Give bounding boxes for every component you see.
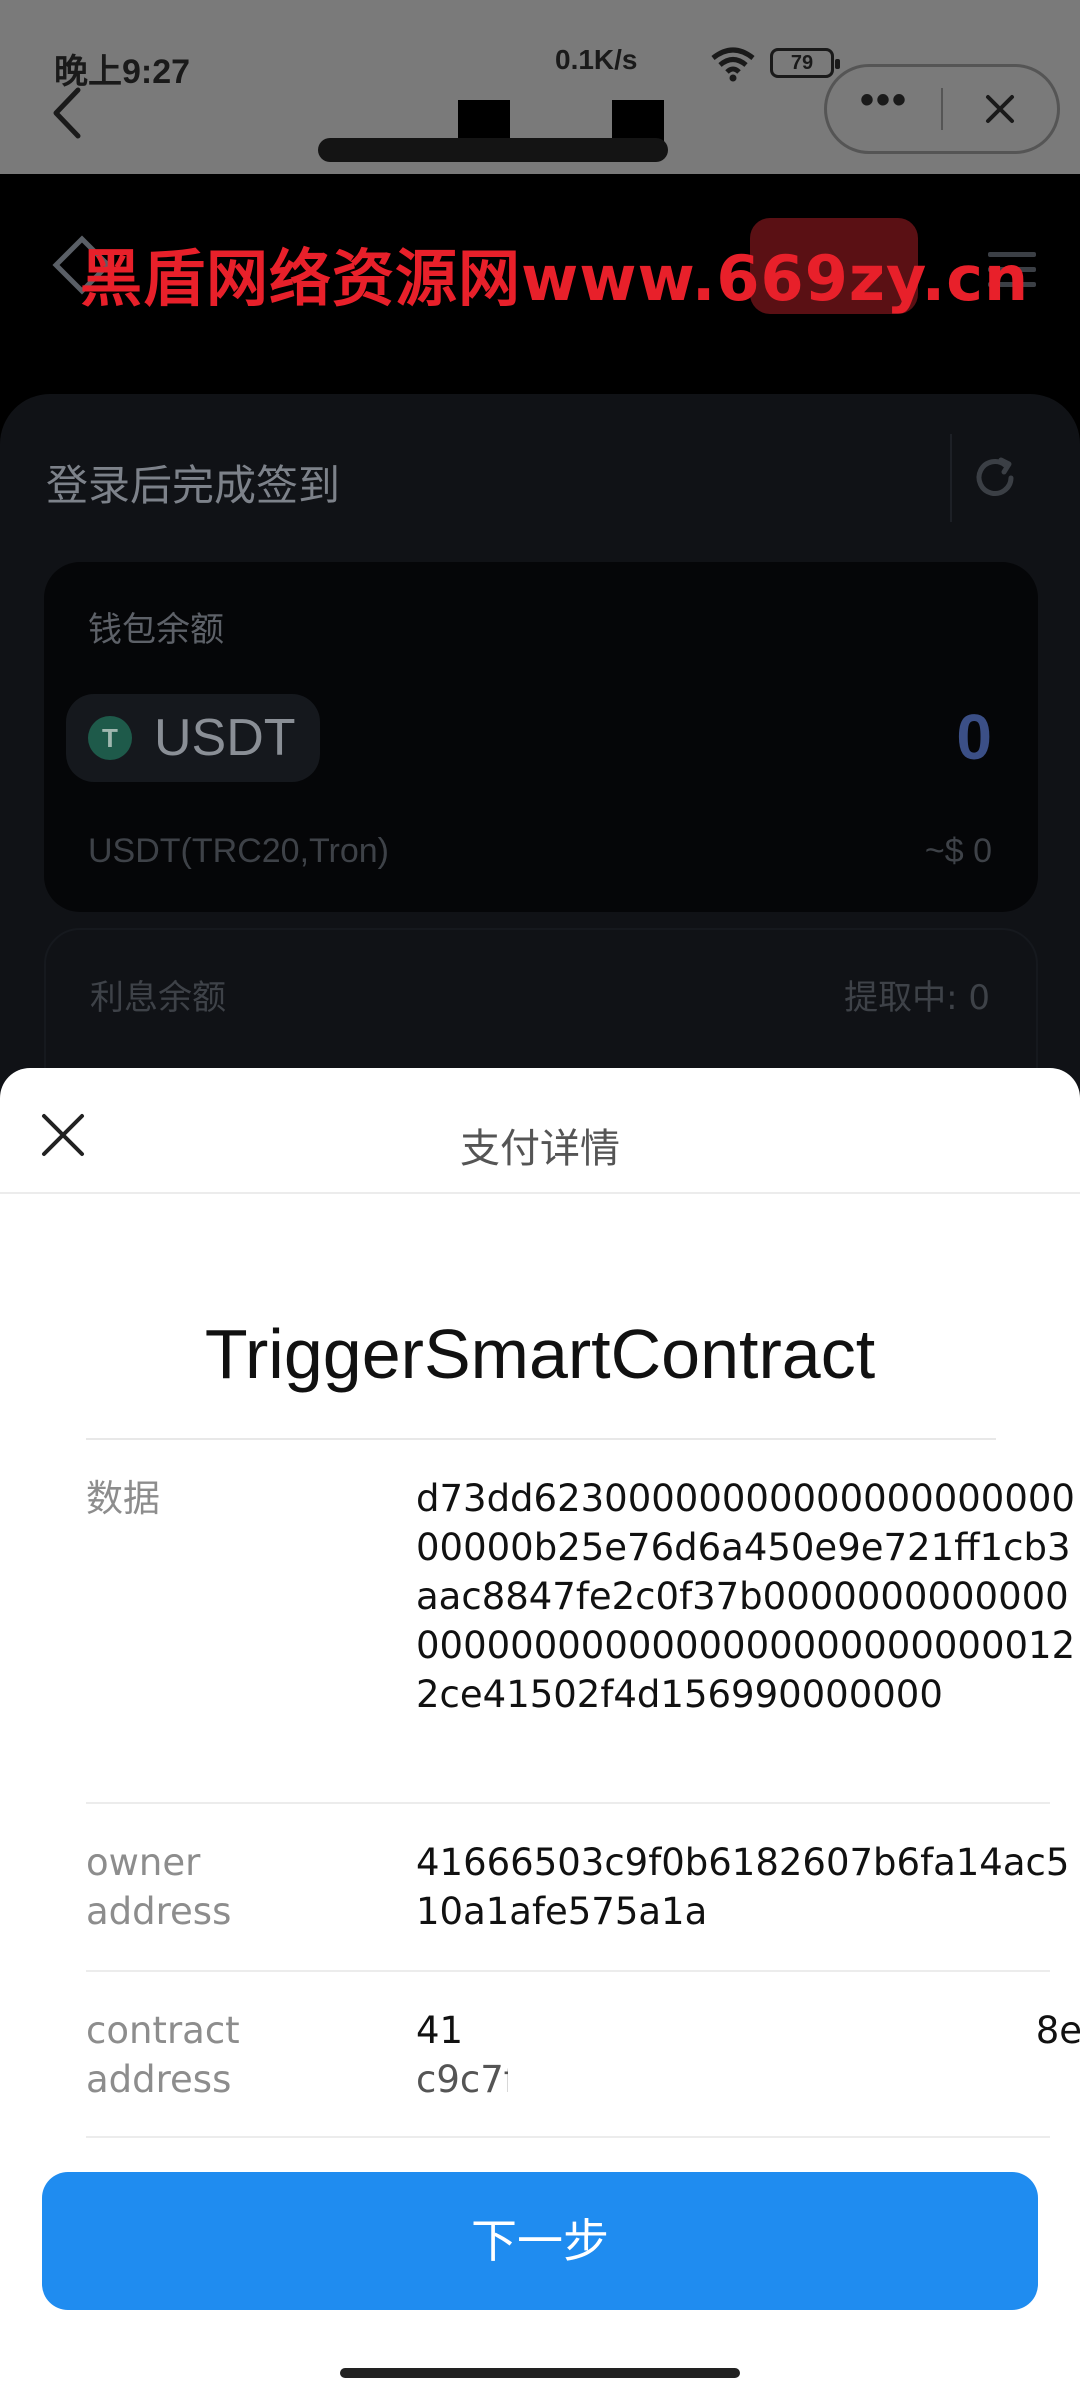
sheet-header: 支付详情 — [0, 1068, 1080, 1194]
usdt-coin-icon: T — [88, 716, 132, 760]
close-miniprogram-button[interactable] — [943, 94, 1057, 124]
refresh-button[interactable] — [950, 434, 1038, 522]
usd-value: ~$ 0 — [924, 832, 992, 870]
more-button[interactable]: ••• — [827, 80, 941, 120]
divider — [86, 2136, 1050, 2138]
detail-row-owner: owner address 41666503c9f0b6182607b6fa14… — [86, 1838, 1069, 1948]
browser-top-bar: 晚上9:27 0.1K/s 79 ••• — [0, 0, 1080, 174]
network-speed: 0.1K/s — [555, 44, 638, 75]
detail-value: 41666503c9f0b6182607b6fa14ac510a1afe575a… — [416, 1841, 1070, 1933]
watermark-text: 黑盾网络资源网www.669zy.cn — [80, 242, 1030, 315]
redaction-mask — [508, 2055, 588, 2104]
contract-address-end: 8e — [1035, 2009, 1080, 2052]
wifi-icon — [711, 47, 755, 82]
detail-row-data: 数据 d73dd6230000000000000000000000000b25e… — [86, 1474, 1075, 1794]
coin-selector[interactable]: T USDT — [66, 694, 320, 782]
divider — [86, 1438, 996, 1440]
transaction-type: TriggerSmartContract — [204, 1315, 876, 1393]
interest-balance-label: 利息余额 — [90, 978, 226, 1018]
checkin-text[interactable]: 登录后完成签到 — [46, 452, 340, 513]
detail-value: d73dd6230000000000000000000000000b25e76d… — [416, 1477, 1076, 1716]
wallet-balance-value: 0 — [956, 701, 992, 773]
next-step-button[interactable]: 下一步 — [42, 2172, 1038, 2310]
detail-key: owner address — [86, 1841, 232, 1933]
sheet-title: 支付详情 — [460, 1126, 620, 1172]
detail-key: 数据 — [86, 1477, 160, 1520]
coin-name: USDT — [154, 709, 296, 767]
redacted-title-smudge — [318, 138, 668, 162]
battery-indicator: 79 — [770, 48, 840, 78]
divider — [86, 1970, 1050, 1972]
mini-program-capsule: ••• — [824, 64, 1060, 154]
wallet-balance-label: 钱包余额 — [88, 610, 224, 650]
detail-value-redacted: 41 8e c9c7f77 — [416, 2006, 1080, 2104]
withdrawing-value: 提取中: 0 — [844, 978, 990, 1018]
home-indicator — [340, 2368, 740, 2378]
close-icon — [985, 95, 1014, 123]
back-arrow-icon[interactable] — [50, 86, 84, 140]
refresh-icon — [976, 457, 1014, 496]
detail-key: contract address — [86, 2009, 240, 2101]
contract-address-start: 41 — [416, 2009, 464, 2052]
network-label: USDT(TRC20,Tron) — [88, 832, 389, 870]
divider — [86, 1802, 1050, 1804]
detail-row-contract: contract address 41 8e c9c7f77 — [86, 2006, 1080, 2116]
